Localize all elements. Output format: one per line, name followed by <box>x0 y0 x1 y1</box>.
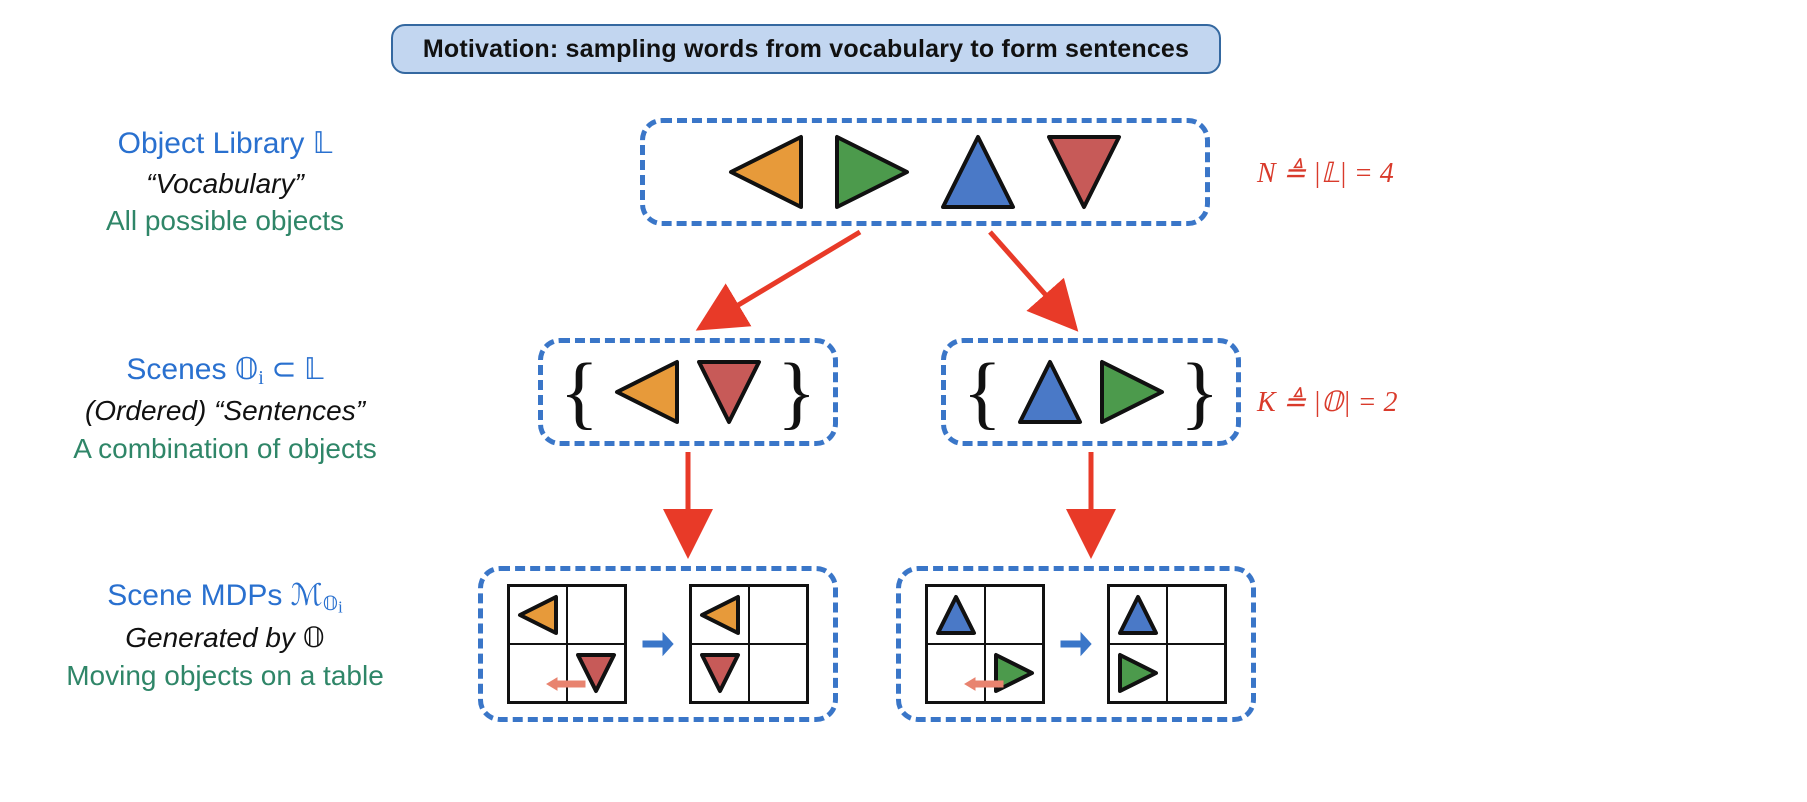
triangle-up-icon <box>1016 358 1084 426</box>
mdp-b-after <box>1107 584 1227 704</box>
close-brace-icon: } <box>1180 363 1219 420</box>
triangle-up-icon <box>1116 593 1160 637</box>
mdps-title-symbol: ℳ <box>291 579 323 612</box>
triangle-up-icon <box>934 593 978 637</box>
motivation-text: Motivation: sampling words from vocabula… <box>423 35 1189 64</box>
scenes-title-symbol: 𝕆 <box>235 353 259 386</box>
mdps-labels: Scene MDPs ℳ𝕆i Generated by 𝕆 Moving obj… <box>40 576 410 695</box>
mdp-b-before <box>925 584 1045 704</box>
transition-arrow-icon <box>1059 631 1093 657</box>
library-box <box>640 118 1210 226</box>
mdps-title-sub-sub: i <box>338 597 343 616</box>
mdps-title-prefix: Scene MDPs <box>107 579 290 612</box>
mdp-box-a <box>478 566 838 722</box>
library-title-prefix: Object Library <box>118 127 313 160</box>
scene-a-contents <box>613 358 763 426</box>
triangle-left-icon <box>727 133 805 211</box>
scene-b-contents <box>1016 358 1166 426</box>
mdps-subtitle: Generated by 𝕆 <box>40 619 410 658</box>
mdp-a-after <box>689 584 809 704</box>
library-title: Object Library 𝕃 <box>40 124 410 165</box>
triangle-right-icon <box>833 133 911 211</box>
library-labels: Object Library 𝕃 “Vocabulary” All possib… <box>40 124 410 240</box>
mdps-subtitle-prefix: Generated by <box>125 622 302 653</box>
triangle-down-icon <box>695 358 763 426</box>
triangle-right-icon <box>1116 651 1160 695</box>
library-title-symbol: 𝕃 <box>313 127 333 160</box>
triangle-left-icon <box>516 593 560 637</box>
library-equation: N ≜ |𝕃| = 4 <box>1257 156 1394 190</box>
motivation-banner: Motivation: sampling words from vocabula… <box>391 24 1221 74</box>
scene-box-a: { } <box>538 338 838 446</box>
scenes-subtitle: (Ordered) “Sentences” <box>40 392 410 430</box>
scenes-labels: Scenes 𝕆i ⊂ 𝕃 (Ordered) “Sentences” A co… <box>40 350 410 468</box>
open-brace-icon: { <box>963 363 1002 420</box>
transition-arrow-icon <box>641 631 675 657</box>
triangle-left-icon <box>698 593 742 637</box>
mdps-subtitle-symbol: 𝕆 <box>303 623 325 654</box>
library-subtitle: “Vocabulary” <box>40 165 410 203</box>
mdp-a-before <box>507 584 627 704</box>
mdp-box-b <box>896 566 1256 722</box>
triangle-down-icon <box>698 651 742 695</box>
mdps-title: Scene MDPs ℳ𝕆i <box>40 576 410 619</box>
triangle-down-icon <box>574 651 618 695</box>
scenes-title-rel: ⊂ 𝕃 <box>264 353 324 386</box>
scenes-equation: K ≜ |𝕆| = 2 <box>1257 385 1397 419</box>
scenes-title-prefix: Scenes <box>126 353 234 386</box>
triangle-right-icon <box>992 651 1036 695</box>
triangle-down-icon <box>1045 133 1123 211</box>
scenes-title: Scenes 𝕆i ⊂ 𝕃 <box>40 350 410 392</box>
mdps-desc: Moving objects on a table <box>40 657 410 695</box>
triangle-right-icon <box>1098 358 1166 426</box>
close-brace-icon: } <box>777 363 816 420</box>
scenes-desc: A combination of objects <box>40 430 410 468</box>
scene-box-b: { } <box>941 338 1241 446</box>
triangle-up-icon <box>939 133 1017 211</box>
library-desc: All possible objects <box>40 202 410 240</box>
mdps-title-sub-symbol: 𝕆 <box>323 594 338 615</box>
open-brace-icon: { <box>560 363 599 420</box>
triangle-left-icon <box>613 358 681 426</box>
